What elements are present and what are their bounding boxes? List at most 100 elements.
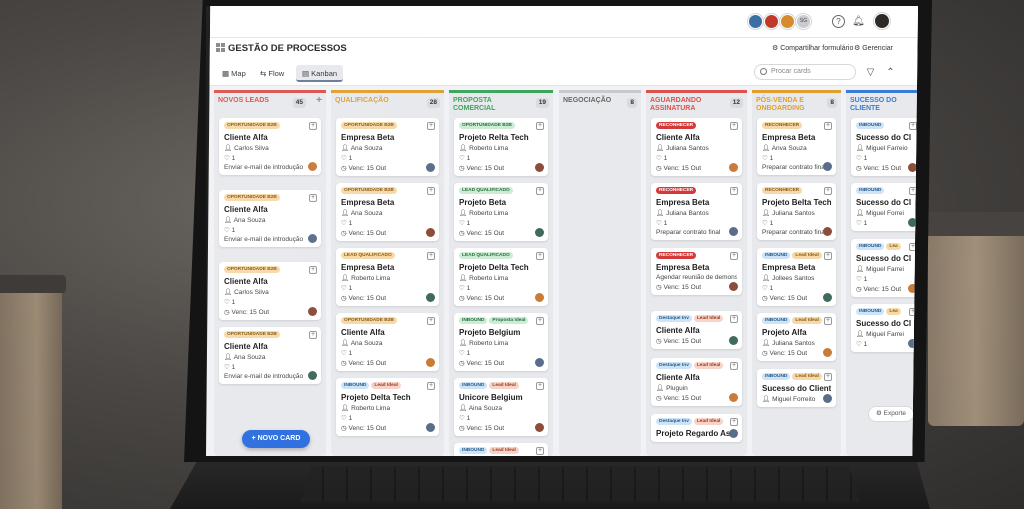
card-assignee-avatar[interactable]: [823, 162, 832, 171]
tab-kanban[interactable]: ▤ Kanban: [296, 65, 344, 82]
avatar[interactable]: [780, 14, 795, 29]
kanban-card[interactable]: Destaque Inv Lead Ideal + Cliente Alfa ◷ Ven…: [651, 311, 742, 349]
kanban-card[interactable]: INBOUND Lea + Sucesso do Cl 👤︎ Miguel Farrei…: [851, 239, 918, 297]
tab-flow[interactable]: ⇆ Flow: [254, 65, 290, 82]
card-add-icon[interactable]: +: [730, 362, 738, 370]
export-button[interactable]: ⚙︎ Exporte: [868, 406, 914, 422]
card-add-icon[interactable]: +: [536, 317, 544, 325]
card-assignee-avatar[interactable]: [535, 423, 544, 432]
card-assignee-avatar[interactable]: [823, 293, 832, 302]
card-add-icon[interactable]: +: [309, 266, 317, 274]
card-assignee-avatar[interactable]: [729, 393, 738, 402]
card-add-icon[interactable]: +: [824, 317, 832, 325]
kanban-card[interactable]: Destaque InvLead Ideal+Projeto Regardo A…: [651, 414, 742, 442]
card-add-icon[interactable]: +: [730, 418, 738, 426]
avatar[interactable]: [764, 14, 779, 29]
card-assignee-avatar[interactable]: [535, 163, 544, 172]
card-add-icon[interactable]: +: [536, 252, 544, 260]
kanban-card[interactable]: OPORTUNIDADE B2B + Projeto Relta Tech 👤︎ Ro…: [454, 118, 548, 176]
card-add-icon[interactable]: +: [427, 382, 435, 390]
card-assignee-avatar[interactable]: [729, 163, 738, 172]
kanban-card[interactable]: INBOUND Proposta Ideal + Projeto Belgium 👤︎ …: [454, 313, 548, 371]
kanban-card[interactable]: OPORTUNIDADE B2B + Cliente Alfa 👤︎ Ana Souz…: [219, 327, 321, 384]
avatar[interactable]: [748, 14, 763, 29]
kanban-card[interactable]: RECONHECER + Empresa Beta Agendar reunião …: [651, 248, 742, 295]
card-add-icon[interactable]: +: [824, 187, 832, 195]
kanban-card[interactable]: LEAD QUALIFICADO + Projeto Beta 👤︎ Roberto …: [454, 183, 548, 241]
bell-icon[interactable]: 🔔︎: [852, 15, 865, 28]
card-assignee-avatar[interactable]: [426, 163, 435, 172]
kanban-card[interactable]: OPORTUNIDADE B2B + Cliente Alfa 👤︎ Ana Souz…: [219, 190, 321, 247]
card-add-icon[interactable]: +: [427, 122, 435, 130]
card-assignee-avatar[interactable]: [823, 394, 832, 403]
manage-button[interactable]: ⚙︎ Gerenciar: [854, 44, 893, 52]
tab-map[interactable]: ▦ Map: [216, 65, 252, 82]
search-input[interactable]: Procar cards: [754, 64, 856, 80]
card-add-icon[interactable]: +: [536, 187, 544, 195]
card-assignee-avatar[interactable]: [308, 234, 317, 243]
kanban-card[interactable]: LEAD QUALIFICADO + Empresa Beta 👤︎ Roberto …: [336, 248, 439, 306]
new-card-button[interactable]: + NOVO CARD: [242, 430, 310, 448]
kanban-card[interactable]: INBOUND Lead Ideal + Unicore Belgium 👤︎ Aina…: [454, 378, 548, 436]
card-add-icon[interactable]: +: [536, 447, 544, 455]
card-add-icon[interactable]: +: [824, 373, 832, 381]
card-add-icon[interactable]: +: [427, 252, 435, 260]
filter-icon[interactable]: ▽: [864, 66, 877, 79]
kanban-card[interactable]: INBOUND + Sucesso do Cl 👤︎ Miguel Forrei ♡ 1: [851, 183, 918, 231]
card-assignee-avatar[interactable]: [535, 293, 544, 302]
card-assignee-avatar[interactable]: [426, 358, 435, 367]
card-add-icon[interactable]: +: [824, 252, 832, 260]
chevron-up-icon[interactable]: ⌃: [884, 66, 897, 79]
card-assignee-avatar[interactable]: [729, 336, 738, 345]
card-assignee-avatar[interactable]: [823, 227, 832, 236]
kanban-card[interactable]: INBOUNDLead Ideal+Unicorn Belgium👤︎ Robe…: [454, 443, 548, 456]
card-add-icon[interactable]: +: [824, 122, 832, 130]
card-add-icon[interactable]: +: [536, 382, 544, 390]
card-assignee-avatar[interactable]: [308, 307, 317, 316]
kanban-card[interactable]: OPORTUNIDADE B2B + Empresa Beta 👤︎ Ana Souz…: [336, 118, 439, 176]
user-avatar[interactable]: [874, 13, 890, 29]
kanban-card[interactable]: RECONHECER + Projeto Belta Tech 👤︎ Juliana …: [757, 183, 836, 240]
kanban-card[interactable]: OPORTUNIDADE B2B + Cliente Alfa 👤︎ Ana Souz…: [336, 313, 439, 371]
kanban-card[interactable]: INBOUND Lea + Sucesso do Cl 👤︎ Miguel Farrei…: [851, 304, 918, 352]
kanban-card[interactable]: INBOUND + Sucesso do Cl 👤︎ Miguel Farreio ♡ …: [851, 118, 918, 176]
card-assignee-avatar[interactable]: [729, 429, 738, 438]
card-add-icon[interactable]: +: [909, 122, 917, 130]
card-assignee-avatar[interactable]: [535, 228, 544, 237]
card-assignee-avatar[interactable]: [308, 371, 317, 380]
card-add-icon[interactable]: +: [427, 317, 435, 325]
help-icon[interactable]: ?: [832, 15, 845, 28]
kanban-card[interactable]: RECONHECER + Empresa Beta 👤︎ Anva Souza ♡ 1 …: [757, 118, 836, 175]
card-add-icon[interactable]: +: [309, 331, 317, 339]
kanban-card[interactable]: INBOUND Lead Ideal + Empresa Beta 👤︎ Jollees…: [757, 248, 836, 306]
kanban-card[interactable]: LEAD QUALIFICADO + Projeto Delta Tech 👤︎ Ro…: [454, 248, 548, 306]
card-add-icon[interactable]: +: [730, 187, 738, 195]
card-add-icon[interactable]: +: [309, 122, 317, 130]
card-assignee-avatar[interactable]: [823, 348, 832, 357]
kanban-card[interactable]: INBOUND Lead Ideal + Sucesso do Cliente 👤︎ M…: [757, 369, 836, 407]
kanban-card[interactable]: Destaque Inv Lead Ideal + Cliente Alfa 👤︎ Pl…: [651, 358, 742, 406]
card-add-icon[interactable]: +: [730, 315, 738, 323]
card-assignee-avatar[interactable]: [426, 293, 435, 302]
share-form-button[interactable]: ⚙︎ Compartilhar formulário: [772, 44, 853, 52]
card-assignee-avatar[interactable]: [426, 228, 435, 237]
card-assignee-avatar[interactable]: [729, 227, 738, 236]
card-assignee-avatar[interactable]: [308, 162, 317, 171]
kanban-card[interactable]: RECONHECER + Cliente Alfa 👤︎ Juliana Santos…: [651, 118, 742, 176]
kanban-card[interactable]: INBOUND Lead Ideal + Projeto Delta Tech 👤︎ R…: [336, 378, 439, 436]
kanban-card[interactable]: RECONHECER + Empresa Beta 👤︎ Juliana Bantos…: [651, 183, 742, 240]
kanban-card[interactable]: OPORTUNIDADE B2B + Empresa Beta 👤︎ Ana Souz…: [336, 183, 439, 241]
card-assignee-avatar[interactable]: [535, 358, 544, 367]
add-card-icon[interactable]: +: [316, 96, 322, 106]
avatar-count-badge[interactable]: SG: [796, 14, 811, 29]
card-assignee-avatar[interactable]: [426, 423, 435, 432]
kanban-card[interactable]: OPORTUNIDADE B2B + Cliente Alfa 👤︎ Carlos S…: [219, 118, 321, 175]
kanban-card[interactable]: OPORTUNIDADE B2B + Cliente Alfa 👤︎ Carlos S…: [219, 262, 321, 320]
card-add-icon[interactable]: +: [730, 252, 738, 260]
card-add-icon[interactable]: +: [536, 122, 544, 130]
card-assignee-avatar[interactable]: [908, 163, 917, 172]
card-assignee-avatar[interactable]: [729, 282, 738, 291]
kanban-card[interactable]: INBOUND Lead Ideal + Projeto Alfa 👤︎ Juliana…: [757, 313, 836, 361]
card-add-icon[interactable]: +: [730, 122, 738, 130]
card-add-icon[interactable]: +: [309, 194, 317, 202]
